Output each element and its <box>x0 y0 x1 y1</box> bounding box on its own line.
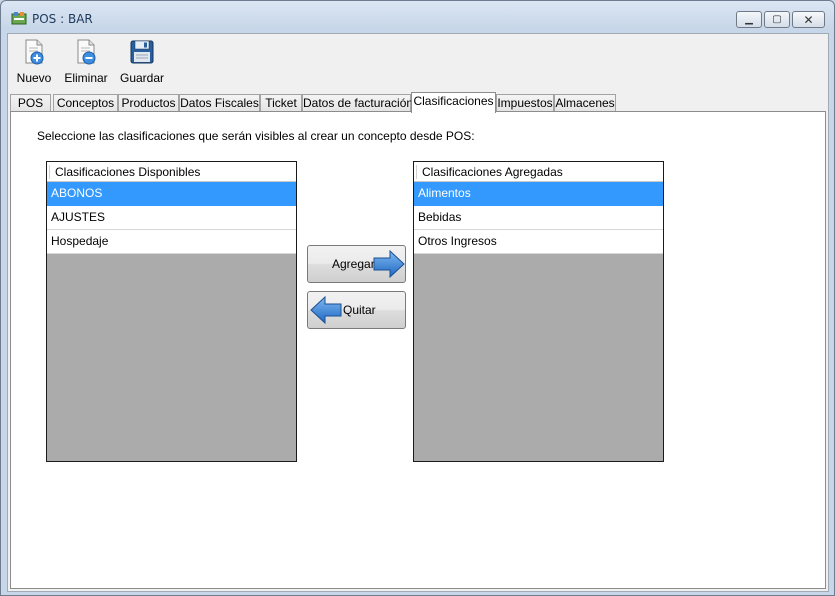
instruction-text: Seleccione las clasificaciones que serán… <box>37 129 475 143</box>
added-classifications-list[interactable]: Clasificaciones Agregadas Alimentos Bebi… <box>413 161 664 462</box>
app-icon <box>11 12 27 25</box>
available-list-header: Clasificaciones Disponibles <box>47 162 296 182</box>
remove-button[interactable]: Quitar <box>307 291 406 329</box>
delete-label: Eliminar <box>64 71 108 85</box>
add-button-label: Agregar <box>332 257 375 271</box>
tab-clasificaciones[interactable]: Clasificaciones <box>411 92 496 113</box>
save-label: Guardar <box>119 71 165 85</box>
tab-strip: POS Conceptos Productos Datos Fiscales T… <box>10 92 828 113</box>
add-button[interactable]: Agregar <box>307 245 406 283</box>
clasificaciones-panel: Seleccione las clasificaciones que serán… <box>10 111 826 589</box>
list-item[interactable]: Alimentos <box>414 182 663 206</box>
floppy-disk-icon <box>130 40 154 64</box>
arrow-left-icon <box>310 296 342 324</box>
application-window: POS : BAR ▁ ▢ ✕ Nuevo Eliminar Guardar P… <box>0 0 835 596</box>
window-title: POS : BAR <box>32 12 93 26</box>
column-separator <box>416 165 417 179</box>
delete-button[interactable]: Eliminar <box>62 38 110 86</box>
available-classifications-list[interactable]: Clasificaciones Disponibles ABONOS AJUST… <box>46 161 297 462</box>
list-item[interactable]: Otros Ingresos <box>414 230 663 254</box>
new-button[interactable]: Nuevo <box>14 38 54 86</box>
minimize-icon: ▁ <box>745 13 753 25</box>
arrow-right-icon <box>373 250 405 278</box>
list-item[interactable]: Hospedaje <box>47 230 296 254</box>
added-header-label: Clasificaciones Agregadas <box>422 165 563 179</box>
new-label: Nuevo <box>16 71 52 85</box>
save-button[interactable]: Guardar <box>118 38 166 86</box>
column-separator <box>49 165 50 179</box>
close-icon: ✕ <box>803 12 814 27</box>
maximize-icon: ▢ <box>772 13 782 25</box>
delete-document-icon <box>77 39 96 65</box>
remove-button-label: Quitar <box>343 303 376 317</box>
list-item[interactable]: AJUSTES <box>47 206 296 230</box>
close-button[interactable]: ✕ <box>792 11 825 28</box>
list-item[interactable]: ABONOS <box>47 182 296 206</box>
maximize-button[interactable]: ▢ <box>764 11 790 28</box>
new-document-icon <box>25 39 44 65</box>
client-area: Nuevo Eliminar Guardar POS Conceptos Pro… <box>7 33 829 592</box>
title-bar[interactable]: POS : BAR ▁ ▢ ✕ <box>1 1 834 33</box>
list-item[interactable]: Bebidas <box>414 206 663 230</box>
added-list-header: Clasificaciones Agregadas <box>414 162 663 182</box>
minimize-button[interactable]: ▁ <box>736 11 762 28</box>
toolbar: Nuevo Eliminar Guardar <box>8 34 828 90</box>
available-header-label: Clasificaciones Disponibles <box>55 165 201 179</box>
